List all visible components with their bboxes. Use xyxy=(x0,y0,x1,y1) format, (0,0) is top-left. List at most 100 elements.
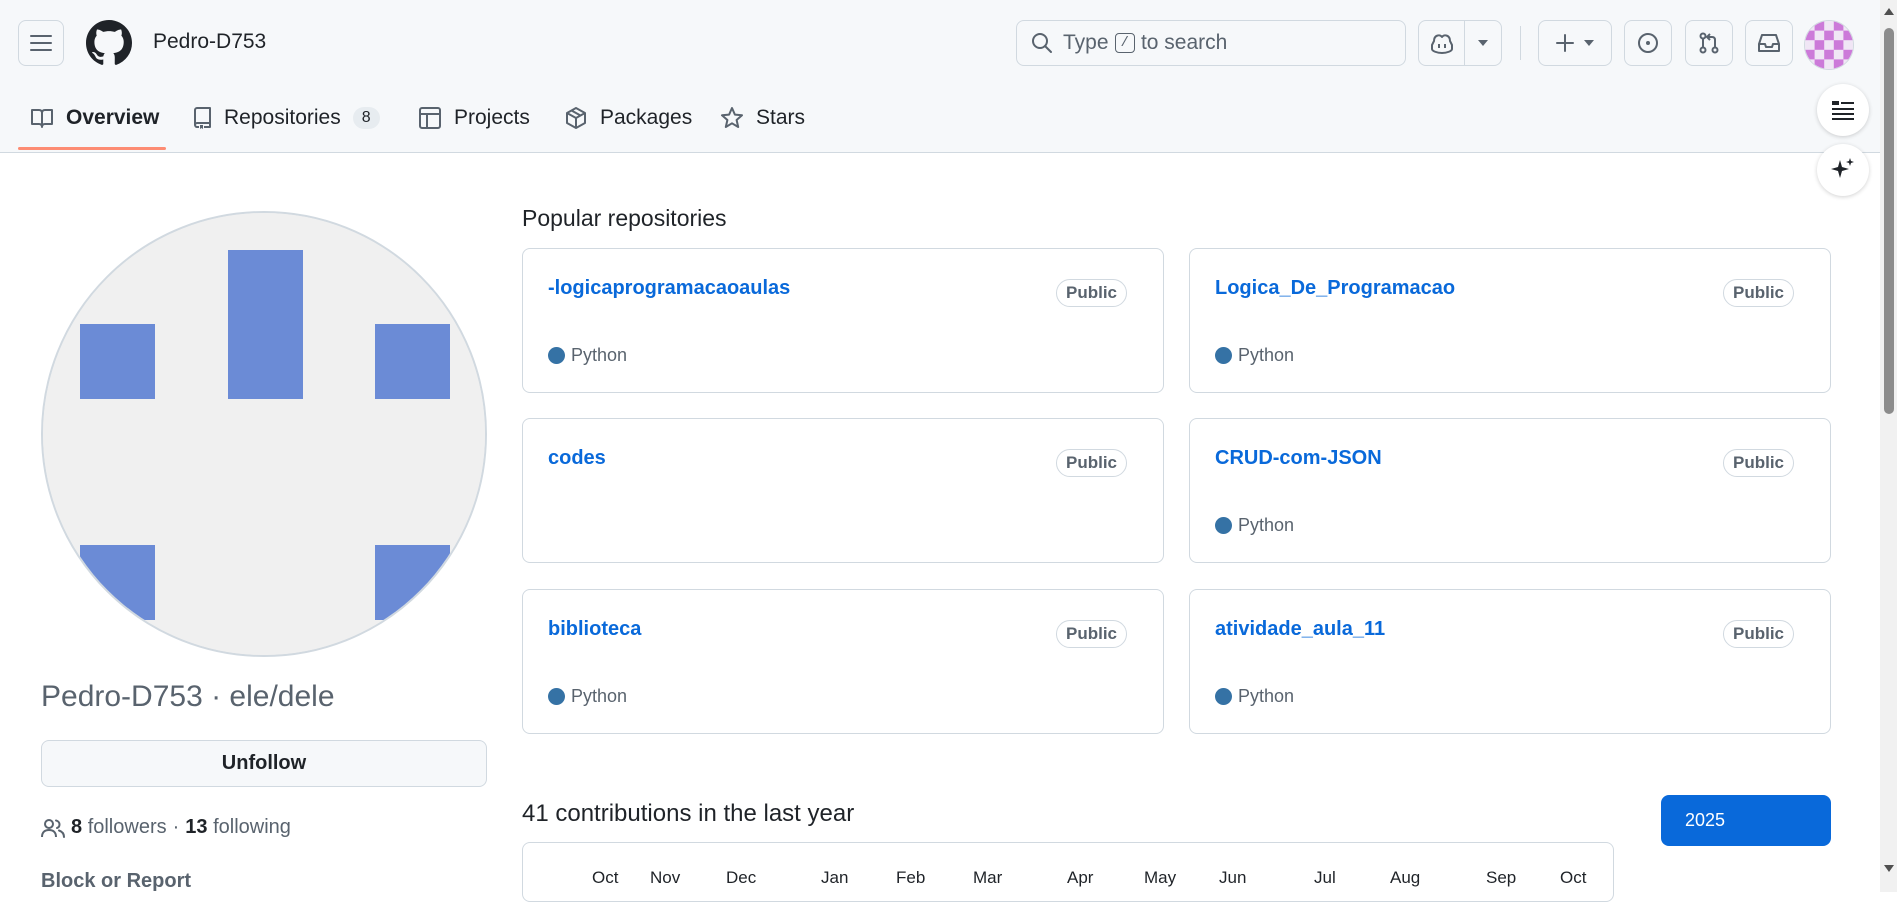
issue-opened-icon xyxy=(1638,33,1658,53)
repo-language: Python xyxy=(548,686,627,707)
contributions-heading: 41 contributions in the last year xyxy=(522,800,855,827)
language-color-dot xyxy=(1215,688,1232,705)
year-2025-button[interactable]: 2025 xyxy=(1661,795,1831,846)
language-label: Python xyxy=(1238,686,1295,706)
profile-name: Pedro-D753 · ele/dele xyxy=(41,680,335,713)
month-label: Nov xyxy=(650,868,681,887)
create-new-button[interactable] xyxy=(1538,20,1612,66)
accessibility-button[interactable] xyxy=(1817,84,1869,136)
book-icon xyxy=(31,109,53,128)
header-divider xyxy=(1520,26,1521,60)
repo-card: atividade_aula_11 Public Python xyxy=(1189,589,1831,734)
repo-card: biblioteca Public Python xyxy=(522,589,1164,734)
identicon-large xyxy=(43,213,485,655)
month-label: Dec xyxy=(726,868,757,887)
visibility-badge: Public xyxy=(1055,620,1127,648)
copilot-dropdown[interactable] xyxy=(1465,39,1501,47)
triangle-down-icon xyxy=(1478,40,1489,46)
repositories-count-badge: 8 xyxy=(352,107,380,129)
month-label: Apr xyxy=(1067,868,1094,887)
followers-link[interactable]: 8 followers xyxy=(71,816,167,839)
repo-card: CRUD-com-JSON Public Python xyxy=(1189,418,1831,563)
follow-stats: 8 followers · 13 following xyxy=(41,816,291,839)
following-link[interactable]: 13 following xyxy=(185,816,291,839)
language-label: Python xyxy=(571,345,628,365)
language-color-dot xyxy=(1215,347,1232,364)
repo-icon xyxy=(194,107,211,129)
search-input[interactable]: Type / to search xyxy=(1016,20,1406,66)
followers-count: 8 xyxy=(71,816,83,838)
tab-packages[interactable]: Packages xyxy=(564,100,692,136)
month-label: Jan xyxy=(821,868,849,887)
profile-avatar[interactable] xyxy=(41,211,487,657)
block-or-report-link[interactable]: Block or Report xyxy=(41,870,191,893)
hamburger-icon xyxy=(30,35,52,51)
scrollbar-thumb[interactable] xyxy=(1884,28,1894,414)
language-color-dot xyxy=(1215,517,1232,534)
menu-button[interactable] xyxy=(18,20,64,66)
repo-language: Python xyxy=(1215,345,1294,366)
people-icon xyxy=(41,818,65,838)
github-logo-icon[interactable] xyxy=(86,20,132,66)
search-icon xyxy=(1032,33,1052,53)
tab-label: Stars xyxy=(756,106,806,129)
tab-projects[interactable]: Projects xyxy=(418,100,530,136)
following-count: 13 xyxy=(185,816,208,838)
repo-name-link[interactable]: codes xyxy=(548,447,606,470)
month-label: Oct xyxy=(592,868,619,887)
visibility-badge: Public xyxy=(1055,279,1127,307)
table-icon xyxy=(419,107,441,129)
repo-language: Python xyxy=(1215,686,1294,707)
month-label: Feb xyxy=(896,868,926,887)
repo-name-link[interactable]: biblioteca xyxy=(548,618,641,641)
scroll-down-arrow-icon[interactable] xyxy=(1883,864,1895,874)
month-label: Jul xyxy=(1314,868,1336,887)
scroll-up-arrow-icon[interactable] xyxy=(1883,6,1895,16)
visibility-badge: Public xyxy=(1722,620,1794,648)
month-label: Jun xyxy=(1219,868,1247,887)
repo-name-link[interactable]: Logica_De_Programacao xyxy=(1215,277,1455,300)
unfollow-button[interactable]: Unfollow xyxy=(41,740,487,787)
user-avatar[interactable] xyxy=(1804,20,1854,70)
tab-repositories[interactable]: Repositories 8 xyxy=(192,100,380,136)
repo-name-link[interactable]: -logicaprogramacaoaulas xyxy=(548,277,790,300)
language-color-dot xyxy=(548,688,565,705)
visibility-badge: Public xyxy=(1722,449,1794,477)
header-username[interactable]: Pedro-D753 xyxy=(153,30,266,54)
triangle-down-icon xyxy=(1584,40,1594,46)
inbox-button[interactable] xyxy=(1745,20,1793,66)
pull-requests-button[interactable] xyxy=(1685,20,1733,66)
repo-card: codes Public xyxy=(522,418,1164,563)
repo-card: -logicaprogramacaoaulas Public Python xyxy=(522,248,1164,393)
search-prefix: Type xyxy=(1063,31,1109,54)
inbox-icon xyxy=(1758,34,1780,52)
sparkle-icon xyxy=(1831,158,1854,178)
search-suffix: to search xyxy=(1140,31,1228,54)
text-lines-icon xyxy=(1832,101,1854,120)
visibility-badge: Public xyxy=(1055,449,1127,477)
tab-overview[interactable]: Overview xyxy=(30,100,159,136)
tab-label: Overview xyxy=(66,106,160,129)
identicon-small xyxy=(1805,21,1853,69)
copilot-button[interactable] xyxy=(1418,20,1502,66)
language-label: Python xyxy=(1238,345,1295,365)
repo-card: Logica_De_Programacao Public Python xyxy=(1189,248,1831,393)
ai-assistant-button[interactable] xyxy=(1817,144,1869,196)
followers-label: followers xyxy=(87,816,167,838)
month-label: Mar xyxy=(973,868,1003,887)
plus-icon xyxy=(1556,34,1574,52)
tab-label: Projects xyxy=(454,106,530,129)
copilot-main[interactable] xyxy=(1419,21,1466,65)
repo-language: Python xyxy=(1215,515,1294,536)
copilot-icon xyxy=(1430,34,1453,54)
repo-name-link[interactable]: atividade_aula_11 xyxy=(1215,618,1385,641)
repo-name-link[interactable]: CRUD-com-JSON xyxy=(1215,447,1382,470)
month-label: Oct xyxy=(1560,868,1587,887)
tab-stars[interactable]: Stars xyxy=(720,100,805,136)
language-label: Python xyxy=(1238,515,1295,535)
language-label: Python xyxy=(571,686,628,706)
issues-button[interactable] xyxy=(1624,20,1672,66)
language-color-dot xyxy=(548,347,565,364)
repo-language: Python xyxy=(548,345,627,366)
popular-repositories-heading: Popular repositories xyxy=(522,205,727,231)
